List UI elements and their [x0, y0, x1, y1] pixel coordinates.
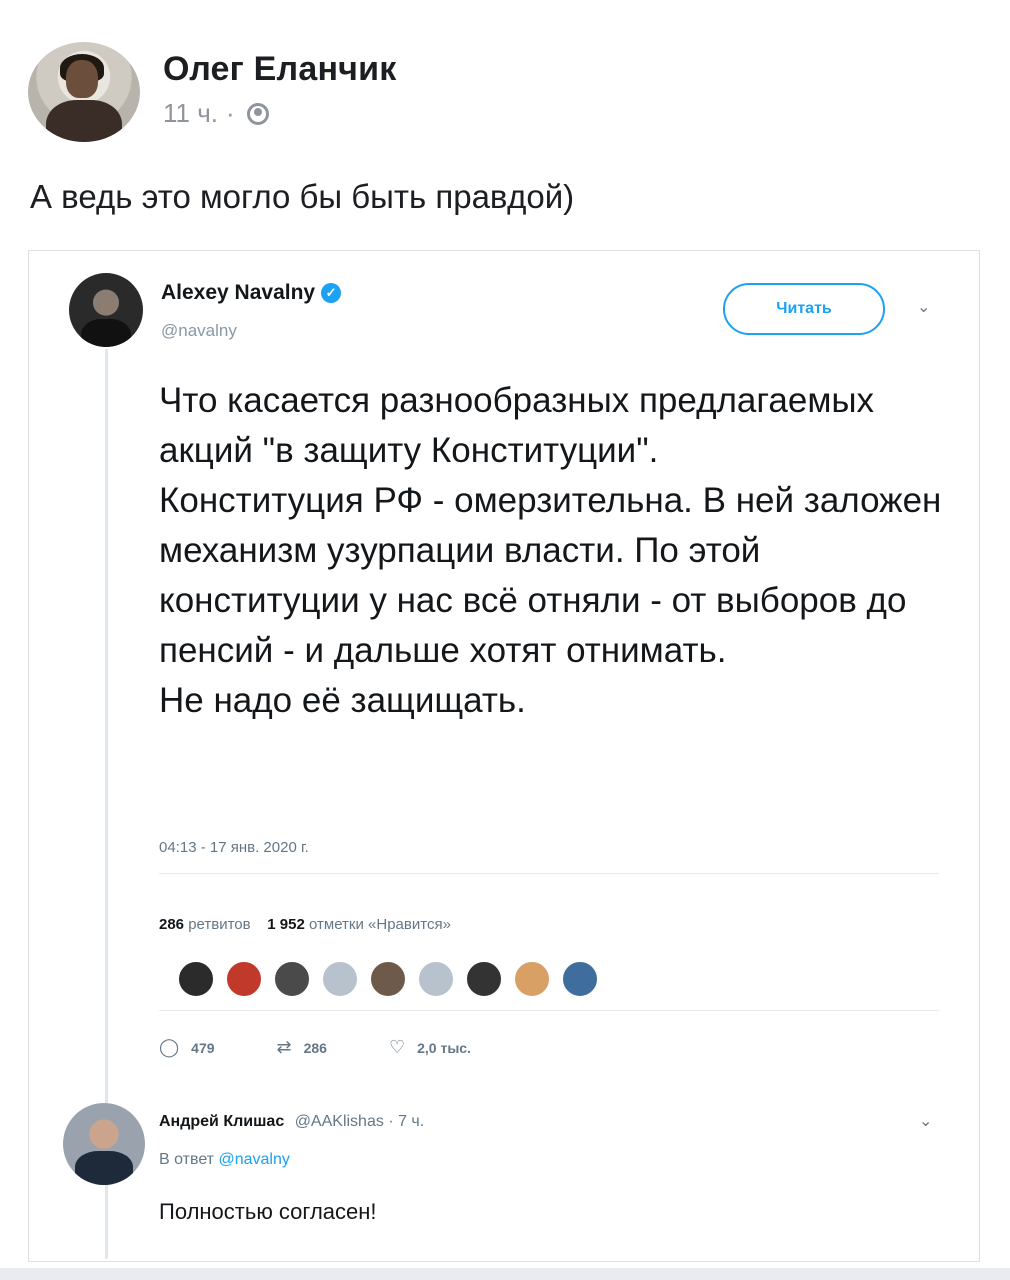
stats-line: 286 ретвитов 1 952 отметки «Нравится» [159, 916, 451, 933]
reply-to: В ответ @navalny [159, 1151, 290, 1169]
post-text: А ведь это могло бы быть правдой) [30, 178, 575, 215]
reply-icon: ◯ [159, 1037, 180, 1057]
retweets-label: ретвитов [188, 916, 251, 933]
retweet-action: ⇄ 286 [277, 1037, 327, 1058]
author-avatar[interactable] [28, 42, 140, 142]
like-count: 2,0 тыс. [417, 1040, 471, 1056]
reply-to-handle: @navalny [218, 1151, 290, 1168]
tweet-author-name: Alexey Navalny [161, 281, 316, 304]
likers-avatars [177, 960, 599, 998]
tweet-actions: ◯ 479 ⇄ 286 ♡ 2,0 тыс. [159, 1037, 471, 1058]
post-meta: 11 ч. · [163, 98, 269, 129]
liker-avatar [561, 960, 599, 998]
reply-action: ◯ 479 [159, 1037, 215, 1058]
retweet-count: 286 [303, 1040, 327, 1056]
retweet-icon: ⇄ [276, 1037, 292, 1057]
tweet-paragraph: Конституция РФ - омерзительна. В ней зал… [159, 481, 942, 670]
verified-badge-icon: ✓ [321, 283, 342, 303]
retweets-count: 286 [159, 916, 185, 933]
likes-label: отметки «Нравится» [309, 916, 451, 933]
tweet-body: Что касается разнообразных предлагаемых … [159, 376, 959, 726]
tweet-screenshot[interactable]: Alexey Navalny ✓ @navalny Читать ⌄ Что к… [28, 250, 980, 1262]
feed-divider [0, 1268, 1010, 1280]
follow-button: Читать [723, 283, 885, 335]
avatar-torso [81, 319, 131, 347]
chevron-down-icon: ⌄ [917, 299, 931, 316]
tweet-timestamp: 04:13 - 17 янв. 2020 г. [159, 839, 309, 856]
liker-avatar [273, 960, 311, 998]
liker-avatar [177, 960, 215, 998]
reply-handle: @AAKlishas [294, 1113, 384, 1130]
author-name[interactable]: Олег Еланчик [163, 50, 396, 89]
avatar-face [66, 60, 98, 98]
reply-count: 479 [191, 1040, 215, 1056]
avatar-body [46, 100, 122, 142]
heart-icon: ♡ [388, 1037, 406, 1057]
reply-text: Полностью согласен! [159, 1199, 377, 1224]
chevron-down-icon: ⌄ [919, 1113, 933, 1130]
reply-to-prefix: В ответ [159, 1151, 215, 1168]
liker-avatar [225, 960, 263, 998]
tweet-handle: @navalny [161, 321, 237, 340]
meta-separator: · [225, 98, 235, 128]
tweet-stats: 286 ретвитов 1 952 отметки «Нравится» [159, 873, 939, 1011]
avatar-suit [75, 1151, 133, 1185]
reply-avatar [63, 1103, 145, 1185]
tweet-avatar [69, 273, 143, 347]
liker-avatar [321, 960, 359, 998]
post-time[interactable]: 11 ч. [163, 98, 218, 129]
tweet-paragraph: Что касается разнообразных предлагаемых … [159, 381, 875, 470]
liker-avatar [417, 960, 455, 998]
liker-avatar [513, 960, 551, 998]
tweet-author: Alexey Navalny ✓ [161, 281, 342, 305]
globe-icon[interactable] [246, 102, 269, 125]
likes-count: 1 952 [267, 916, 305, 933]
reply-time: · 7 ч. [388, 1113, 425, 1130]
liker-avatar [465, 960, 503, 998]
reply-author-name: Андрей Клишас [159, 1113, 285, 1130]
tweet-paragraph: Не надо её защищать. [159, 681, 526, 720]
like-action: ♡ 2,0 тыс. [389, 1037, 471, 1058]
liker-avatar [369, 960, 407, 998]
reply-header: Андрей Клишас @AAKlishas · 7 ч. [159, 1113, 424, 1131]
